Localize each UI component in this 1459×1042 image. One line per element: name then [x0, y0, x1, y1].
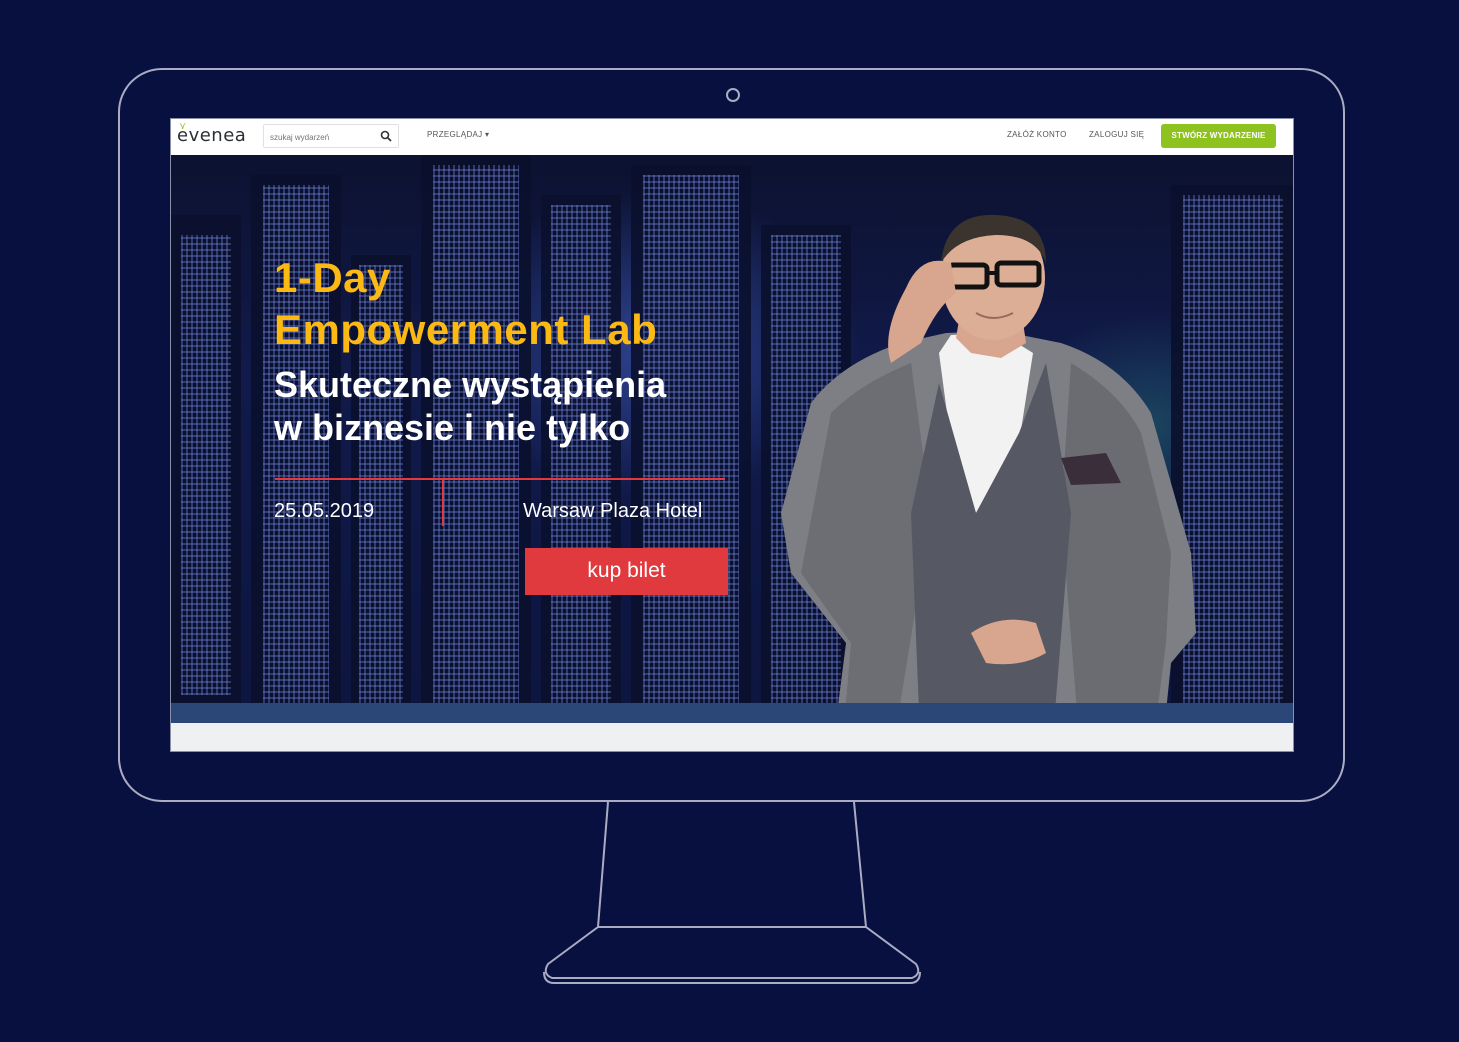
- event-subtitle: Skuteczne wystąpienia w biznesie i nie t…: [274, 363, 666, 449]
- hero-banner: 1-Day Empowerment Lab Skuteczne wystąpie…: [171, 155, 1293, 703]
- login-link[interactable]: ZALOGUJ SIĘ: [1089, 130, 1144, 139]
- buy-ticket-button[interactable]: kup bilet: [525, 548, 728, 595]
- camera-icon: [726, 88, 740, 102]
- event-subtitle-line-2: w biznesie i nie tylko: [274, 407, 631, 448]
- sprout-icon: ⋎: [179, 121, 187, 132]
- register-link[interactable]: ZAŁÓŻ KONTO: [1007, 130, 1067, 139]
- divider-line: [275, 478, 725, 480]
- event-title-line-2: Empowerment Lab: [274, 306, 658, 353]
- create-event-button[interactable]: STWÓRZ WYDARZENIE: [1161, 124, 1276, 148]
- event-title: 1-Day Empowerment Lab: [274, 252, 657, 356]
- evenea-logo[interactable]: ⋎ evenea: [177, 121, 247, 146]
- event-title-line-1: 1-Day: [274, 254, 391, 301]
- monitor-stand: [543, 802, 921, 984]
- search-box: [263, 124, 399, 149]
- logo-text: evenea: [177, 125, 247, 146]
- divider-vertical: [442, 478, 444, 526]
- top-navbar: ⋎ evenea PRZEGLĄDAJ ▾ ZAŁÓŻ KONTO ZALOGU…: [171, 119, 1293, 156]
- event-date: 25.05.2019: [274, 500, 375, 522]
- search-icon[interactable]: [380, 130, 392, 142]
- event-venue: Warsaw Plaza Hotel: [523, 500, 703, 522]
- speaker-photo: [781, 214, 1196, 703]
- search-input[interactable]: [264, 126, 380, 149]
- screen: ⋎ evenea PRZEGLĄDAJ ▾ ZAŁÓŻ KONTO ZALOGU…: [170, 118, 1294, 752]
- hero-bottom-band: [171, 703, 1293, 723]
- browse-dropdown[interactable]: PRZEGLĄDAJ ▾: [427, 130, 489, 139]
- event-subtitle-line-1: Skuteczne wystąpienia: [274, 364, 667, 405]
